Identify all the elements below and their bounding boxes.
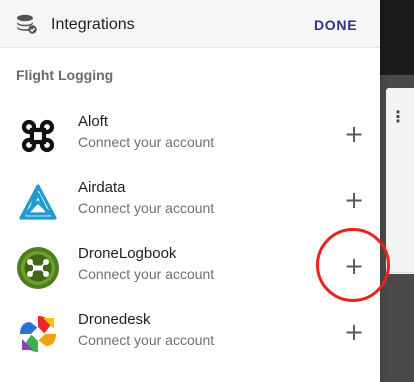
integration-subtitle: Connect your account: [78, 134, 215, 150]
integration-subtitle: Connect your account: [78, 200, 215, 216]
panel-header: Integrations DONE: [0, 0, 380, 48]
done-button[interactable]: DONE: [314, 15, 362, 35]
integrations-panel: Integrations DONE Flight Logging Aloft C…: [0, 0, 380, 382]
airdata-logo: [19, 184, 57, 220]
integration-item-dronelogbook[interactable]: DroneLogbook Connect your account +: [0, 234, 380, 300]
stack-icon: [17, 14, 37, 34]
add-aloft-button[interactable]: +: [343, 122, 365, 146]
integration-subtitle: Connect your account: [78, 332, 215, 348]
add-airdata-button[interactable]: +: [343, 188, 365, 212]
integration-subtitle: Connect your account: [78, 266, 215, 282]
section-title: Flight Logging: [16, 67, 114, 83]
background-divider: [386, 272, 414, 273]
aloft-logo: [21, 119, 55, 153]
integration-name: Aloft: [78, 113, 109, 130]
integration-name: DroneLogbook: [78, 245, 177, 262]
background-app: ⋮: [380, 0, 414, 382]
dronelogbook-logo: [17, 247, 59, 289]
integration-name: Airdata: [78, 179, 126, 196]
background-app-header: [380, 0, 414, 75]
integration-item-airdata[interactable]: Airdata Connect your account +: [0, 168, 380, 234]
add-dronedesk-button[interactable]: +: [343, 320, 365, 344]
more-options-icon[interactable]: ⋮: [390, 110, 406, 126]
add-dronelogbook-button[interactable]: +: [343, 254, 365, 278]
dronedesk-logo: [20, 316, 56, 352]
integration-item-aloft[interactable]: Aloft Connect your account +: [0, 102, 380, 168]
integration-name: Dronedesk: [78, 311, 151, 328]
page-title: Integrations: [51, 16, 135, 33]
integration-item-dronedesk[interactable]: Dronedesk Connect your account +: [0, 300, 380, 366]
